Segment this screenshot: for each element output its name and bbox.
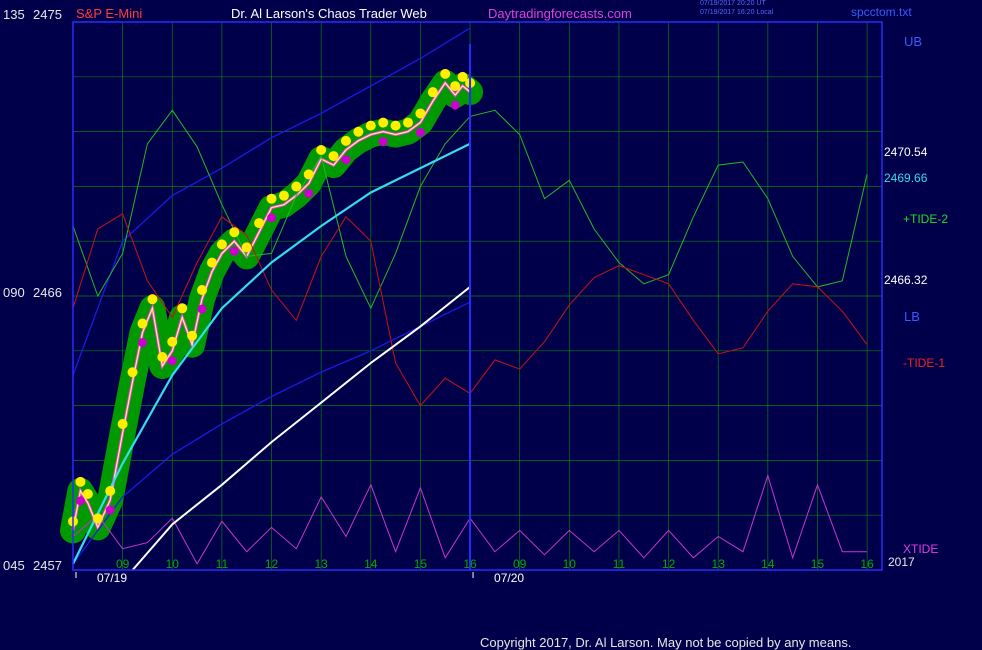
x-tick-label: 13 [314,557,328,571]
high-dot [440,68,451,79]
chart-title: Dr. Al Larson's Chaos Trader Web [231,6,427,21]
timestamp-ut: 07/19/2017 20:20 UT [700,0,766,7]
high-dot [266,193,277,204]
high-dot [353,126,364,137]
high-dot [254,218,265,229]
x-tick-label: 16 [860,557,874,571]
x-tick-label: 12 [265,557,279,571]
high-dot [147,294,158,305]
x-tick-label: 10 [563,557,577,571]
symbol-label: S&P E-Mini [76,6,143,21]
lb-label: LB [904,309,920,324]
low-dot [341,155,351,165]
price-label-long-average: 2466.32 [884,273,928,287]
high-dot [197,285,208,296]
high-dot [105,485,116,496]
date-label: 07/19 [97,571,127,585]
price-mid: 2466 [33,285,62,300]
low-dot [378,137,388,147]
x-tick-label: 14 [364,557,378,571]
low-dot [304,188,314,198]
chaos-chart: 09101112131415160910111213141516 07/1907… [60,21,883,585]
x-tick-label: 14 [761,557,775,571]
high-dot [328,151,339,162]
high-dot [278,190,289,201]
low-dot [450,100,460,110]
scale-mid: 090 [3,285,25,300]
high-dot [365,120,376,131]
x-tick-label: 09 [513,557,527,571]
high-dot [187,330,198,341]
ub-label: UB [904,34,923,49]
high-dot [117,419,128,429]
copyright-notice: Copyright 2017, Dr. Al Larson. May not b… [480,635,852,650]
high-dot [157,352,168,363]
x-tick-label: 13 [712,557,726,571]
date-label: 07/20 [494,571,524,585]
high-dot [206,257,217,268]
high-dot [241,242,252,253]
x-tick-label: 10 [166,557,180,571]
high-dot [82,489,93,500]
timestamp-local: 07/19/2017 16:20 Local [700,9,774,16]
x-tick-label: 11 [216,557,229,571]
x-tick-label: 11 [613,557,626,571]
low-dot [137,338,147,348]
high-dot [92,513,103,524]
tide-minus-label: -TIDE-1 [903,356,945,370]
scale-bottom: 045 [3,558,25,573]
low-dot [197,304,207,314]
high-dot [403,117,414,128]
site-link[interactable]: Daytradingforecasts.com [488,7,632,20]
high-dot [316,145,327,155]
high-dot [229,227,240,238]
high-dot [415,108,426,119]
high-dot [340,135,351,146]
low-dot [75,496,85,506]
high-dot [378,117,389,128]
tide-plus-label: +TIDE-2 [903,212,949,226]
high-dot [390,120,401,131]
high-dot [167,336,178,347]
low-dot [267,213,277,223]
low-dot [167,356,177,366]
scale-top: 135 [3,7,25,22]
high-dot [303,169,314,180]
data-file: spcctom.txt [851,5,912,19]
price-label-last: 2470.54 [884,145,928,159]
high-dot [177,303,188,314]
high-dot [291,181,302,192]
x-tick-label: 09 [116,557,130,571]
x-tick-label: 12 [662,557,676,571]
xtide-label: XTIDE [903,542,939,556]
low-dot [105,505,115,515]
low-dot [415,127,425,137]
high-dot [427,87,438,98]
x-tick-label: 15 [811,557,825,571]
price-bottom: 2457 [33,558,62,573]
high-dot [75,476,86,487]
year-label: 2017 [888,555,915,569]
price-top: 2475 [33,7,62,22]
high-dot [450,81,461,92]
x-tick-label: 15 [414,557,428,571]
low-dot [229,246,239,256]
high-dot [216,239,227,250]
high-dot [137,318,148,329]
price-label-average: 2469.66 [884,171,928,185]
high-dot [127,367,138,378]
